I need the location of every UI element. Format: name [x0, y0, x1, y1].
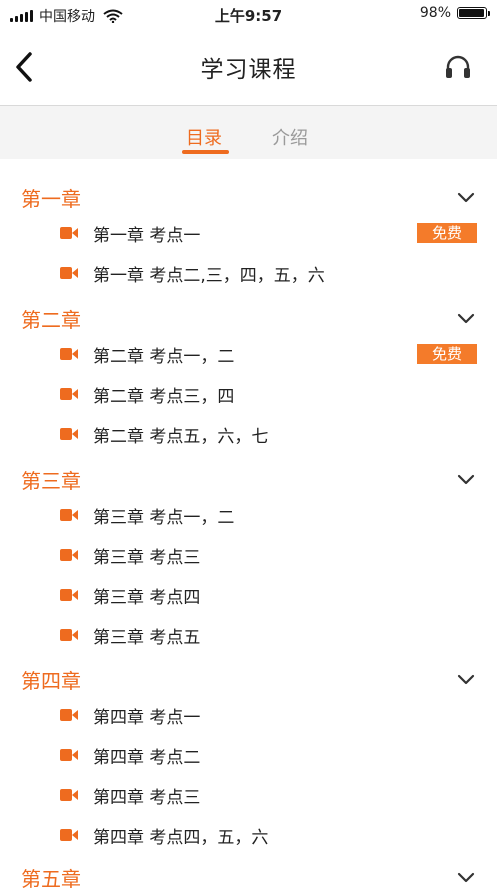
lesson-item[interactable]: 第二章 考点一，二 — [60, 341, 234, 367]
video-camera-icon — [60, 348, 78, 360]
lesson-item[interactable]: 第三章 考点一，二 — [60, 502, 234, 528]
lesson-title: 第四章 考点四，五，六 — [93, 827, 269, 848]
battery-icon — [457, 7, 490, 19]
tab-bar: 目录 介绍 — [0, 106, 497, 159]
chapter-title[interactable]: 第四章 — [21, 665, 81, 694]
lesson-title: 第二章 考点五，六，七 — [93, 426, 269, 447]
video-camera-icon — [60, 509, 78, 521]
lesson-item[interactable]: 第三章 考点五 — [60, 622, 200, 648]
headset-icon[interactable] — [443, 52, 473, 82]
video-camera-icon — [60, 428, 78, 440]
free-badge: 免费 — [417, 223, 477, 243]
video-camera-icon — [60, 549, 78, 561]
lesson-title: 第二章 考点三，四 — [93, 386, 235, 407]
chapter-title[interactable]: 第五章 — [21, 863, 81, 892]
lesson-title: 第一章 考点二,三，四，五，六 — [93, 265, 325, 286]
video-camera-icon — [60, 589, 78, 601]
video-camera-icon — [60, 629, 78, 641]
video-camera-icon — [60, 829, 78, 841]
lesson-item[interactable]: 第一章 考点一 — [60, 220, 200, 246]
lesson-title: 第四章 考点二 — [93, 747, 201, 768]
video-camera-icon — [60, 709, 78, 721]
lesson-item[interactable]: 第四章 考点三 — [60, 782, 200, 808]
lesson-title: 第四章 考点一 — [93, 707, 201, 728]
status-bar: 中国移动 上午9:57 98% — [0, 0, 497, 28]
lesson-title: 第四章 考点三 — [93, 787, 201, 808]
page-title: 学习课程 — [200, 57, 297, 83]
lesson-item[interactable]: 第二章 考点三，四 — [60, 381, 234, 407]
chevron-down-icon[interactable] — [456, 673, 476, 687]
lesson-item[interactable]: 第四章 考点一 — [60, 702, 200, 728]
chapter-title[interactable]: 第二章 — [21, 304, 81, 333]
nav-bar: 学习课程 — [0, 28, 497, 106]
chapter-title[interactable]: 第一章 — [21, 183, 81, 212]
lesson-title: 第三章 考点五 — [93, 627, 201, 648]
lesson-title: 第二章 考点一，二 — [93, 346, 235, 367]
video-camera-icon — [60, 749, 78, 761]
lesson-title: 第三章 考点四 — [93, 587, 201, 608]
free-badge: 免费 — [417, 344, 477, 364]
tab-catalog[interactable]: 目录 — [186, 124, 222, 150]
lesson-item[interactable]: 第一章 考点二,三，四，五，六 — [60, 260, 325, 286]
battery-percent: 98% — [419, 5, 451, 21]
lesson-title: 第一章 考点一 — [93, 225, 201, 246]
lesson-item[interactable]: 第三章 考点四 — [60, 582, 200, 608]
lesson-title: 第三章 考点三 — [93, 547, 201, 568]
tab-indicator — [182, 150, 229, 154]
video-camera-icon — [60, 267, 78, 279]
video-camera-icon — [60, 789, 78, 801]
lesson-item[interactable]: 第四章 考点四，五，六 — [60, 822, 268, 848]
status-right: 98% — [419, 5, 490, 21]
chapter-title[interactable]: 第三章 — [21, 465, 81, 494]
chevron-down-icon[interactable] — [456, 473, 476, 487]
chevron-down-icon[interactable] — [456, 191, 476, 205]
video-camera-icon — [60, 227, 78, 239]
lesson-title: 第三章 考点一，二 — [93, 507, 235, 528]
video-camera-icon — [60, 388, 78, 400]
tab-intro[interactable]: 介绍 — [272, 124, 308, 150]
chevron-down-icon[interactable] — [456, 312, 476, 326]
lesson-item[interactable]: 第二章 考点五，六，七 — [60, 421, 268, 447]
lesson-item[interactable]: 第四章 考点二 — [60, 742, 200, 768]
lesson-item[interactable]: 第三章 考点三 — [60, 542, 200, 568]
